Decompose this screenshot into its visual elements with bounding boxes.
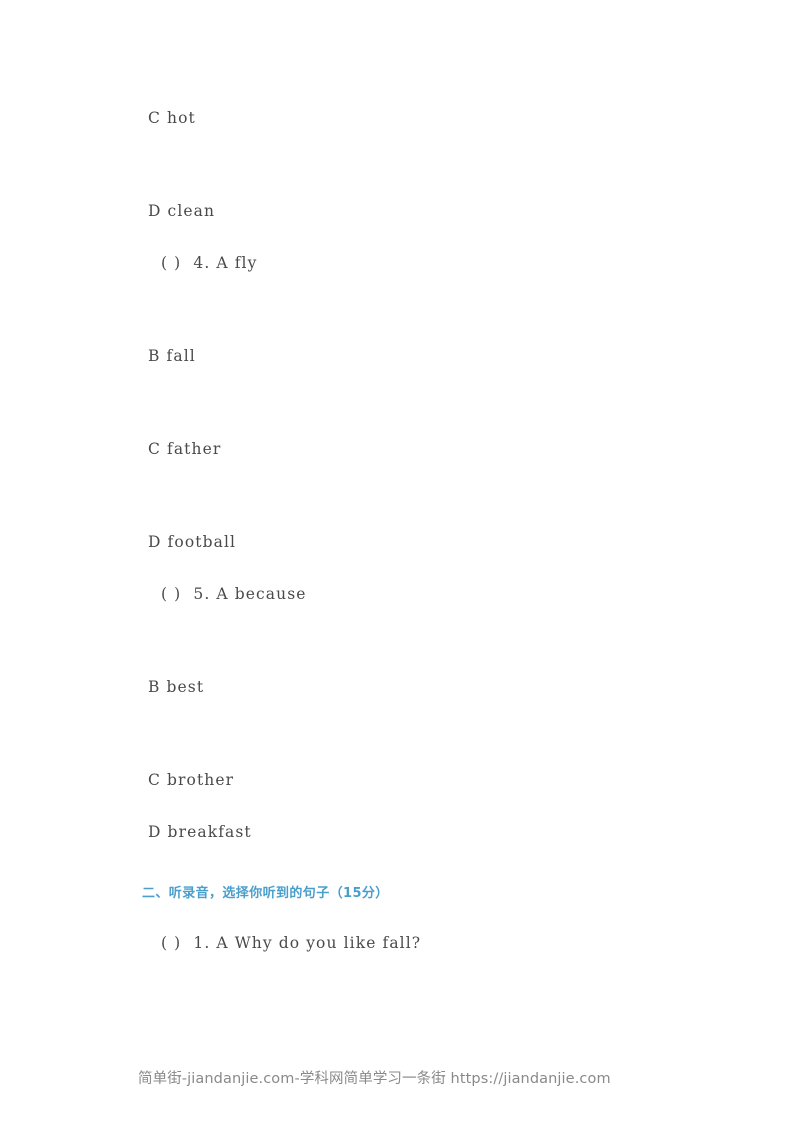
option-line: C brother	[148, 771, 235, 789]
worksheet-page: C hot D clean ( ) 4. A fly B fall C fath…	[0, 0, 793, 1122]
option-line: D football	[148, 533, 237, 551]
option-line: D clean	[148, 202, 216, 220]
option-line: B fall	[148, 347, 196, 365]
option-line: D breakfast	[148, 823, 252, 841]
option-line: B best	[148, 678, 205, 696]
option-line: C father	[148, 440, 222, 458]
question-line: ( ) 5. A because	[161, 585, 307, 603]
question-line: ( ) 1. A Why do you like fall?	[161, 934, 422, 952]
option-line: C hot	[148, 109, 196, 127]
section-heading: 二、听录音，选择你听到的句子（15分）	[142, 886, 389, 901]
footer-watermark: 简单街-jiandanjie.com-学科网简单学习一条街 https://ji…	[138, 1071, 611, 1087]
question-line: ( ) 4. A fly	[161, 254, 258, 272]
